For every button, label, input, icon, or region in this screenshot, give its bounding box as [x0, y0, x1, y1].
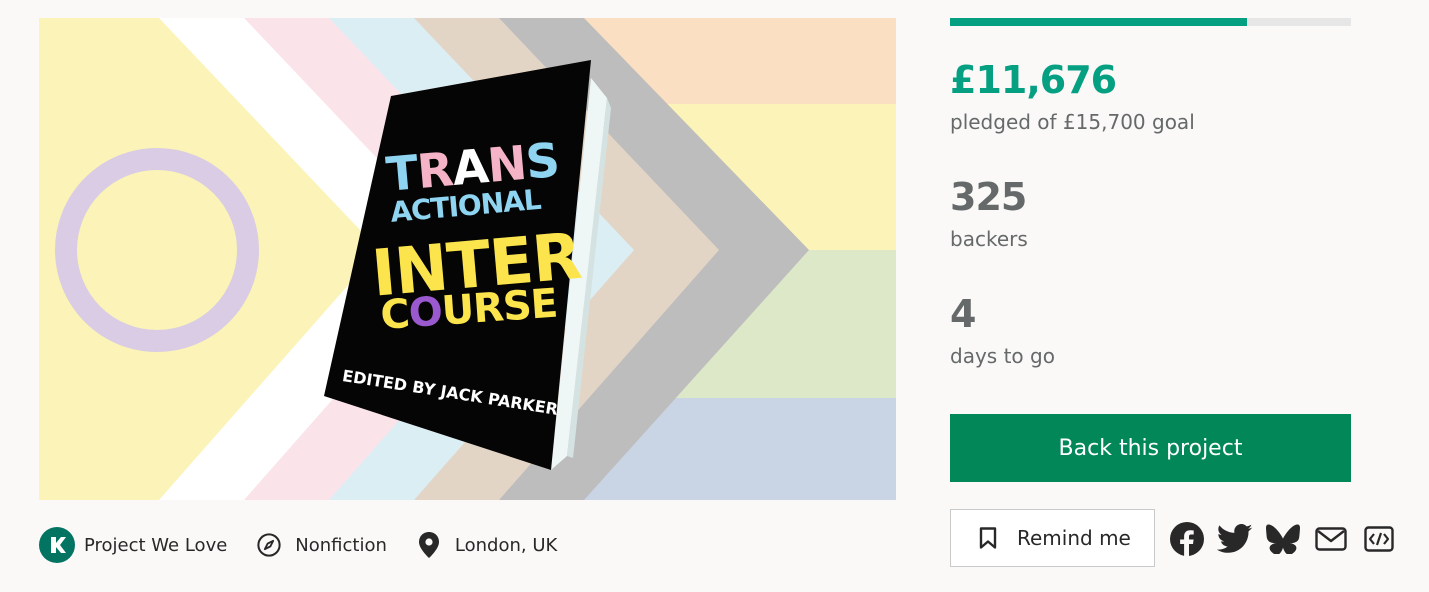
bookmark-icon	[979, 527, 997, 549]
project-meta-row: Project We Love Nonfiction London, UK	[39, 527, 587, 563]
project-hero-image[interactable]: TRANS ACTIONAL INTER COURSE EDITED BY JA…	[39, 18, 896, 500]
back-this-project-button[interactable]: Back this project	[950, 414, 1351, 482]
kickstarter-logo-icon	[39, 527, 75, 563]
badge-label: Project We Love	[84, 534, 228, 556]
days-to-go-count: 4	[950, 292, 976, 336]
email-icon[interactable]	[1312, 520, 1350, 558]
backers-count: 325	[950, 175, 1027, 219]
bluesky-icon[interactable]	[1264, 520, 1302, 558]
backers-label: backers	[950, 227, 1028, 251]
days-to-go-label: days to go	[950, 344, 1055, 368]
pledged-goal-label: pledged of £15,700 goal	[950, 110, 1195, 134]
project-we-love-badge[interactable]: Project We Love	[39, 527, 227, 563]
pledged-amount: £11,676	[950, 58, 1117, 102]
category-link[interactable]: Nonfiction	[257, 533, 387, 557]
embed-icon[interactable]	[1360, 520, 1398, 558]
location-pin-icon	[417, 532, 441, 558]
funding-progress-bar	[950, 18, 1351, 26]
twitter-icon[interactable]	[1216, 520, 1254, 558]
location-link[interactable]: London, UK	[417, 532, 558, 558]
funding-progress-fill	[950, 18, 1247, 26]
facebook-icon[interactable]	[1168, 520, 1206, 558]
remind-me-label: Remind me	[1017, 526, 1131, 550]
remind-me-button[interactable]: Remind me	[950, 509, 1155, 567]
location-label: London, UK	[454, 534, 558, 556]
compass-icon	[257, 533, 281, 557]
category-label: Nonfiction	[295, 534, 387, 556]
